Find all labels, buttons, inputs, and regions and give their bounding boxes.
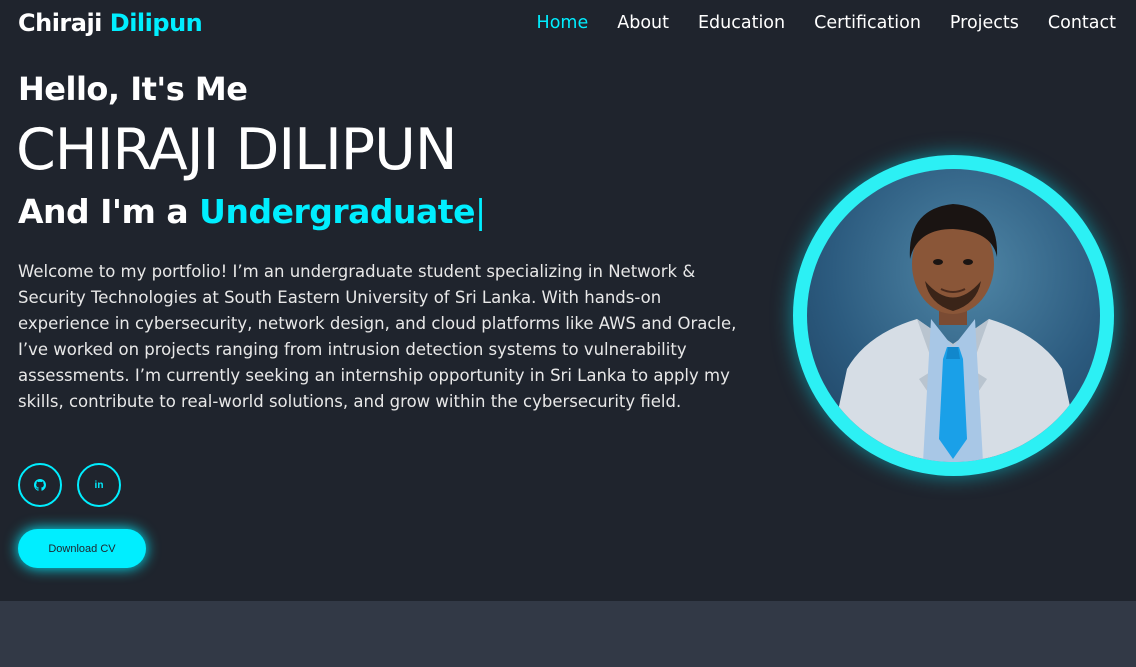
role-prefix: And I'm a xyxy=(18,192,189,231)
greeting: Hello, It's Me xyxy=(18,70,248,108)
download-cv-button[interactable]: Download CV xyxy=(18,529,146,568)
profile-photo-frame xyxy=(793,155,1114,476)
nav-certification[interactable]: Certification xyxy=(814,13,921,33)
main-nav: Home About Education Certification Proje… xyxy=(537,13,1116,33)
hero-section: Chiraji Dilipun Home About Education Cer… xyxy=(0,0,1136,601)
hero-name: CHIRAJI DILIPUN xyxy=(16,117,457,183)
logo[interactable]: Chiraji Dilipun xyxy=(18,9,203,37)
nav-contact[interactable]: Contact xyxy=(1048,13,1116,33)
nav-projects[interactable]: Projects xyxy=(950,13,1019,33)
linkedin-icon: in xyxy=(94,479,104,491)
github-icon xyxy=(34,479,46,491)
profile-photo xyxy=(807,169,1100,462)
nav-education[interactable]: Education xyxy=(698,13,785,33)
logo-first-name: Chiraji xyxy=(18,9,102,37)
github-link[interactable] xyxy=(18,463,62,507)
nav-about[interactable]: About xyxy=(617,13,669,33)
role-typed-text: Undergraduate xyxy=(199,192,475,231)
logo-last-name: Dilipun xyxy=(109,9,203,37)
linkedin-link[interactable]: in xyxy=(77,463,121,507)
page: Chiraji Dilipun Home About Education Cer… xyxy=(0,0,1136,667)
role-line: And I'm a Undergraduate| xyxy=(18,192,486,231)
profile-photo-illustration xyxy=(827,204,1082,462)
typing-caret: | xyxy=(474,192,486,231)
nav-home[interactable]: Home xyxy=(537,13,589,33)
bio-paragraph: Welcome to my portfolio! I’m an undergra… xyxy=(18,262,737,411)
next-section xyxy=(0,601,1136,667)
